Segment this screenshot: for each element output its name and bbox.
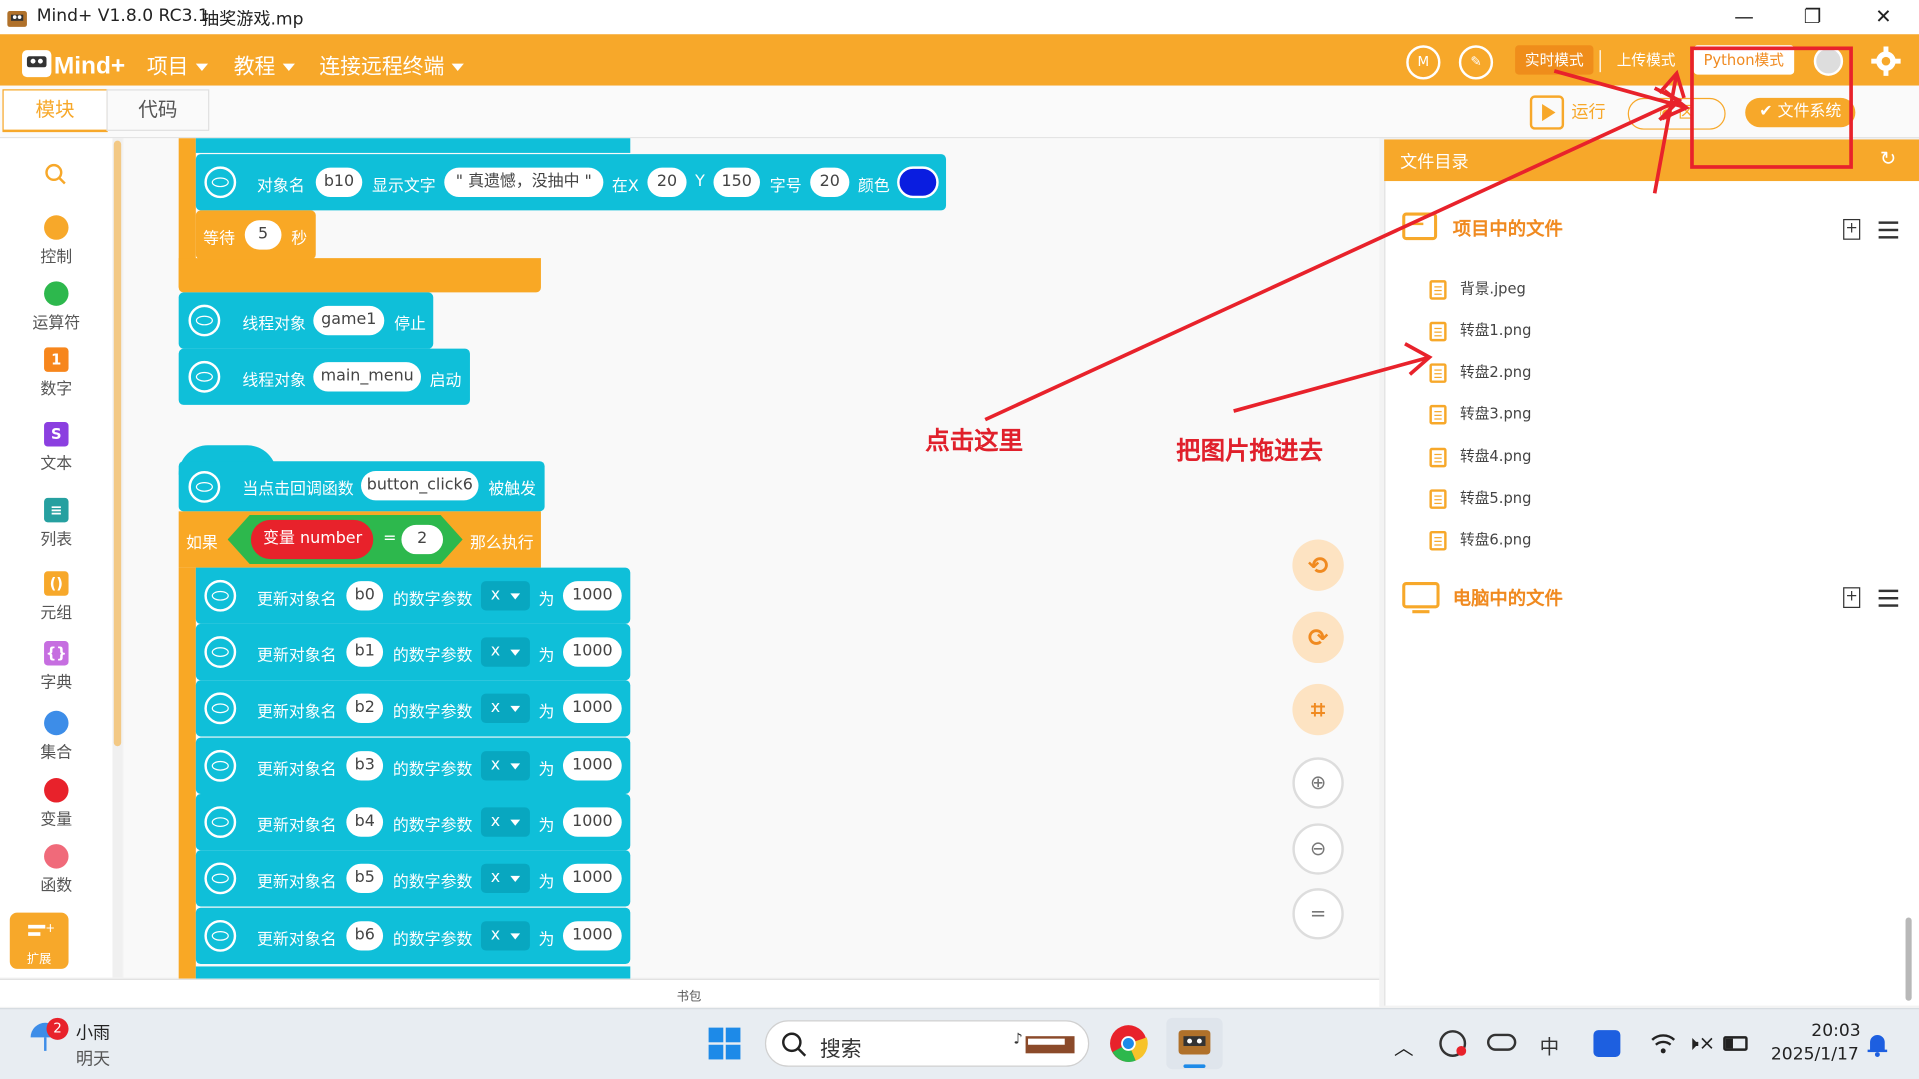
- clock-time[interactable]: 20:03: [1811, 1022, 1860, 1042]
- annotation-drag-images: 把图片拖进去: [1176, 435, 1323, 465]
- bell-icon[interactable]: [1865, 1031, 1889, 1058]
- weather-text: 小雨: [75, 1023, 111, 1044]
- svg-text:♪: ♪: [1013, 1031, 1022, 1048]
- ime-indicator[interactable]: 中: [1540, 1030, 1560, 1059]
- mindplus-taskbar-button[interactable]: [1166, 1017, 1223, 1070]
- cloud-icon[interactable]: [1486, 1033, 1517, 1051]
- battery-icon[interactable]: [1723, 1036, 1748, 1051]
- app-tray-icon[interactable]: [1593, 1030, 1621, 1057]
- mindplus-icon: [1178, 1030, 1211, 1055]
- wifi-icon[interactable]: [1650, 1031, 1677, 1055]
- chrome-icon[interactable]: [1109, 1024, 1148, 1063]
- windows-start-icon[interactable]: [707, 1026, 741, 1060]
- clock-date[interactable]: 2025/1/17: [1771, 1045, 1859, 1065]
- volume-muted-icon[interactable]: 🕨×: [1686, 1031, 1715, 1055]
- weather-day: 明天: [75, 1049, 111, 1070]
- sync-icon[interactable]: [1439, 1030, 1467, 1057]
- search-icon: [782, 1032, 807, 1057]
- piano-icon: ♪: [1013, 1031, 1075, 1054]
- search-placeholder: 搜索: [819, 1037, 862, 1062]
- annotation-arrows: [984, 69, 1690, 422]
- chevron-up-icon[interactable]: ︿: [1394, 1031, 1414, 1060]
- annotation-click-here: 点击这里: [925, 425, 1024, 456]
- weather-badge: 2: [46, 1017, 69, 1040]
- taskbar-search[interactable]: 搜索 ♪: [764, 1020, 1090, 1067]
